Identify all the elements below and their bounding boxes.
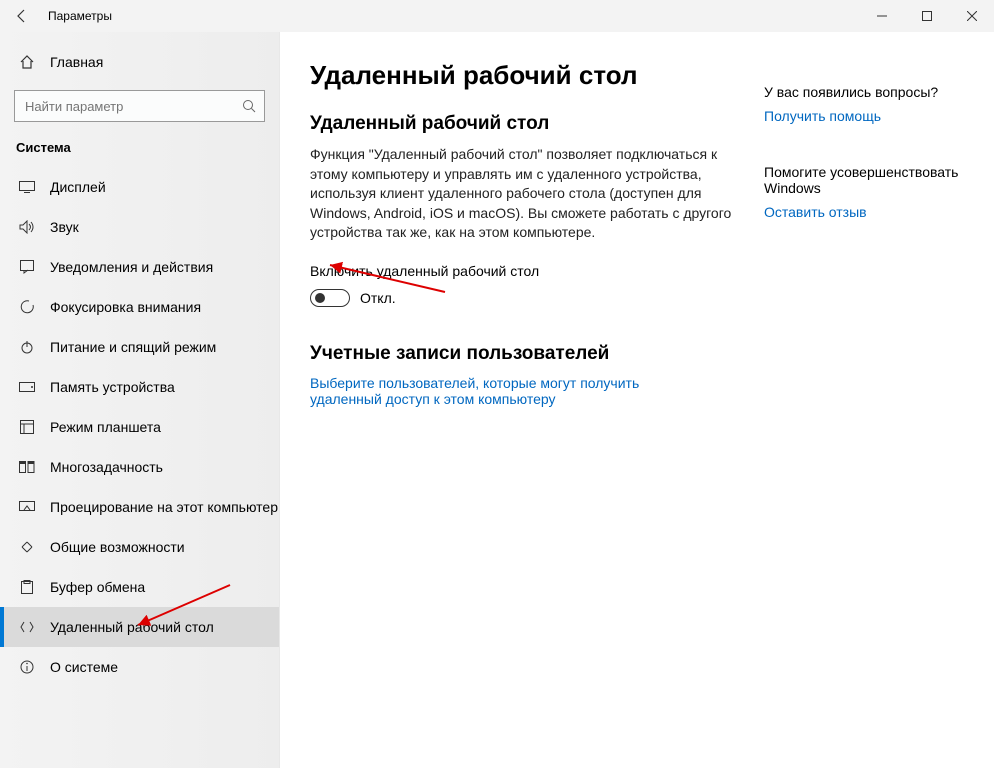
close-button[interactable] [949,0,994,32]
shared-icon [18,540,36,554]
about-icon [18,660,36,674]
nav-label: Удаленный рабочий стол [50,619,214,635]
nav-item-power[interactable]: Питание и спящий режим [0,327,279,367]
nav-label: Память устройства [50,379,175,395]
back-button[interactable] [0,0,44,32]
nav-item-projection[interactable]: Проецирование на этот компьютер [0,487,279,527]
feedback-link[interactable]: Оставить отзыв [764,204,964,220]
nav-label: Проецирование на этот компьютер [50,499,278,515]
page-title: Удаленный рабочий стол [310,60,734,91]
toggle-state-text: Откл. [360,290,396,306]
section-heading-remote: Удаленный рабочий стол [310,113,734,135]
nav-item-multitask[interactable]: Многозадачность [0,447,279,487]
home-button[interactable]: Главная [0,42,279,82]
multitask-icon [18,461,36,473]
nav-label: Звук [50,219,79,235]
nav-item-storage[interactable]: Память устройства [0,367,279,407]
nav-label: Режим планшета [50,419,161,435]
description-text: Функция "Удаленный рабочий стол" позволя… [310,145,734,243]
nav-item-shared[interactable]: Общие возможности [0,527,279,567]
nav-label: Питание и спящий режим [50,339,216,355]
nav-item-remote-desktop[interactable]: Удаленный рабочий стол [0,607,279,647]
window-title: Параметры [44,9,859,23]
sound-icon [18,220,36,234]
nav-item-sound[interactable]: Звук [0,207,279,247]
tablet-icon [18,420,36,434]
aside-panel: У вас появились вопросы? Получить помощь… [734,60,964,768]
window-controls [859,0,994,32]
section-heading-users: Учетные записи пользователей [310,343,734,365]
nav-label: Дисплей [50,179,106,195]
nav-list: Дисплей Звук Уведомления и действия Фоку… [0,167,279,687]
search-icon [234,99,264,113]
select-users-link[interactable]: Выберите пользователей, которые могут по… [310,375,690,407]
main-content: Удаленный рабочий стол Удаленный рабочий… [280,32,994,768]
focus-icon [18,300,36,314]
help-question: У вас появились вопросы? [764,84,964,100]
nav-label: О системе [50,659,118,675]
storage-icon [18,382,36,392]
nav-item-about[interactable]: О системе [0,647,279,687]
enable-remote-label: Включить удаленный рабочий стол [310,263,734,279]
search-input[interactable] [15,91,234,121]
power-icon [18,340,36,354]
nav-label: Буфер обмена [50,579,145,595]
nav-label: Общие возможности [50,539,185,555]
toggle-knob [315,293,325,303]
nav-item-focus[interactable]: Фокусировка внимания [0,287,279,327]
minimize-button[interactable] [859,0,904,32]
title-bar: Параметры [0,0,994,32]
display-icon [18,181,36,193]
nav-item-notifications[interactable]: Уведомления и действия [0,247,279,287]
maximize-button[interactable] [904,0,949,32]
improve-text: Помогите усовершенствовать Windows [764,164,964,196]
category-heading: Система [0,140,279,155]
projection-icon [18,501,36,513]
nav-label: Фокусировка внимания [50,299,201,315]
nav-label: Уведомления и действия [50,259,213,275]
nav-label: Многозадачность [50,459,163,475]
get-help-link[interactable]: Получить помощь [764,108,964,124]
home-icon [18,54,36,70]
search-box[interactable] [14,90,265,122]
notifications-icon [18,260,36,274]
home-label: Главная [50,54,103,70]
nav-item-display[interactable]: Дисплей [0,167,279,207]
remote-icon [18,620,36,634]
nav-item-clipboard[interactable]: Буфер обмена [0,567,279,607]
sidebar: Главная Система Дисплей Звук Уведомления… [0,32,280,768]
clipboard-icon [18,580,36,594]
enable-remote-toggle[interactable] [310,289,350,307]
nav-item-tablet[interactable]: Режим планшета [0,407,279,447]
